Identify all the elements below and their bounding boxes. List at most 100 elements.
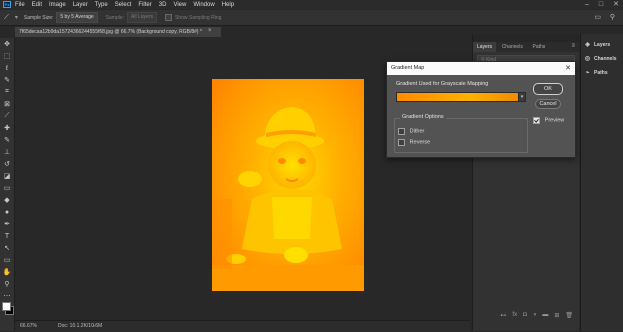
sample-size-select[interactable]: 5 by 5 Average [56, 12, 98, 23]
dither-label: Dither [409, 128, 425, 135]
gradient-preview[interactable] [396, 92, 520, 102]
frame-tool-icon[interactable]: ⊠ [0, 98, 14, 110]
status-menu-icon[interactable]: › [93, 321, 95, 332]
quick-select-tool-icon[interactable]: ✎ [0, 74, 14, 86]
baby-photo-gradient-mapped [212, 107, 364, 291]
link-layers-icon[interactable]: ⊷ [500, 312, 506, 319]
cancel-button[interactable]: Cancel [535, 99, 561, 109]
hand-tool-icon[interactable]: ✋ [0, 266, 14, 278]
gradient-tool-icon[interactable]: ▭ [0, 182, 14, 194]
document-tab[interactable]: 7f65decaa12b9da15724366244555f68.jpg @ 6… [15, 27, 221, 37]
close-window-icon[interactable]: ✕ [613, 0, 619, 9]
minimize-icon[interactable]: – [585, 0, 589, 9]
menu-layer[interactable]: Layer [73, 2, 88, 8]
search-icon[interactable]: ⚲ [610, 13, 615, 21]
trash-icon[interactable]: 🗑 [565, 312, 573, 319]
channels-icon: ◎ [584, 55, 591, 62]
dock-channels[interactable]: ◎ Channels [581, 52, 623, 66]
more-tools-tool-icon[interactable]: ⋯ [0, 290, 14, 302]
document-image[interactable] [212, 79, 364, 291]
close-tab-icon[interactable]: × [208, 28, 212, 34]
menu-bar: Ps File Edit Image Layer Type Select Fil… [0, 0, 623, 9]
eraser-tool-icon[interactable]: ◪ [0, 170, 14, 182]
show-sampling-ring-label: Show Sampling Ring [174, 14, 222, 21]
dither-option[interactable]: Dither [398, 128, 424, 135]
foreground-color-swatch[interactable] [2, 302, 11, 311]
gradient-map-dialog: Gradient Map ✕ Gradient Used for Graysca… [386, 61, 576, 158]
dock-layers[interactable]: ◈ Layers [581, 38, 623, 52]
dock-layers-label: Layers [594, 42, 611, 48]
ok-button[interactable]: OK [533, 83, 563, 95]
eyedropper-tool-icon[interactable]: ⟋ [0, 110, 14, 122]
doc-info: Doc: 10.1.2K/10.6M [58, 323, 103, 329]
history-brush-tool-icon[interactable]: ↺ [0, 158, 14, 170]
menu-select[interactable]: Select [115, 2, 132, 8]
dock-paths[interactable]: ⌁ Paths [581, 66, 623, 80]
menu-3d[interactable]: 3D [159, 2, 167, 8]
path-select-tool-icon[interactable]: ↖ [0, 242, 14, 254]
gradient-picker-dropdown-icon[interactable]: ▾ [518, 92, 526, 102]
fx-icon[interactable]: fx [512, 312, 517, 318]
tool-preset-dropdown-icon[interactable]: ▾ [15, 14, 18, 21]
gradient-group-label: Gradient Used for Grayscale Mapping [396, 81, 489, 87]
close-icon[interactable]: ✕ [565, 62, 571, 75]
sampling-ring-checkbox[interactable] [164, 14, 172, 21]
menu-edit[interactable]: Edit [32, 2, 42, 8]
tab-paths[interactable]: Paths [529, 42, 550, 52]
menu-image[interactable]: Image [49, 2, 66, 8]
panel-menu-icon[interactable]: ≡ [571, 43, 575, 49]
reverse-checkbox[interactable] [398, 139, 405, 146]
dialog-titlebar[interactable]: Gradient Map ✕ [387, 62, 575, 75]
blur-tool-icon[interactable]: ◆ [0, 194, 14, 206]
new-layer-icon[interactable]: ⊞ [554, 312, 559, 319]
preview-label: Preview [544, 117, 565, 124]
panel-header-strip [473, 34, 579, 42]
preview-checkbox[interactable] [533, 117, 540, 124]
healing-brush-tool-icon[interactable]: ✚ [0, 122, 14, 134]
menu-help[interactable]: Help [222, 2, 234, 8]
dialog-title: Gradient Map [391, 65, 425, 71]
reverse-option[interactable]: Reverse [398, 139, 430, 146]
clone-stamp-tool-icon[interactable]: ⊥ [0, 146, 14, 158]
eyedropper-icon[interactable]: ⟋ [4, 14, 9, 22]
gradient-options-label: Gradient Options [400, 114, 446, 120]
options-bar: ⟋ ▾ Sample Size: 5 by 5 Average Sample: … [0, 10, 623, 26]
dodge-tool-icon[interactable]: ● [0, 206, 14, 218]
maximize-icon[interactable]: □ [599, 0, 603, 9]
mask-icon[interactable]: ◘ [523, 312, 527, 318]
preview-option[interactable]: Preview [533, 117, 564, 124]
zoom-level[interactable]: 66.67% [20, 321, 37, 332]
shape-tool-icon[interactable]: ▭ [0, 254, 14, 266]
pen-tool-icon[interactable]: ✒ [0, 218, 14, 230]
adjustment-layer-icon[interactable]: ◑ [533, 312, 537, 318]
reverse-label: Reverse [409, 139, 431, 146]
move-tool-icon[interactable]: ✥ [0, 38, 14, 50]
dither-checkbox[interactable] [398, 128, 405, 135]
dock-paths-label: Paths [594, 70, 608, 76]
sample-label: Sample: [105, 14, 125, 21]
status-bar: 66.67% Doc: 10.1.2K/10.6M › [15, 320, 470, 332]
zoom-tool-icon[interactable]: ⚲ [0, 278, 14, 290]
menu-file[interactable]: File [15, 2, 25, 8]
sample-select[interactable]: All Layers [127, 12, 157, 23]
tab-channels[interactable]: Channels [498, 42, 527, 52]
menu-window[interactable]: Window [193, 2, 214, 8]
photoshop-logo-icon: Ps [3, 1, 11, 8]
group-folder-icon[interactable]: ▬ [542, 312, 548, 318]
menu-type[interactable]: Type [95, 2, 108, 8]
menu-filter[interactable]: Filter [138, 2, 151, 8]
tab-layers[interactable]: Layers [473, 42, 497, 52]
right-dock: ◈ Layers ◎ Channels ⌁ Paths [580, 34, 623, 331]
dock-channels-label: Channels [594, 56, 617, 62]
tools-panel: ✥ ⬚ ℓ ✎ ⌗ ⊠ ⟋ ✚ ✎ ⊥ ↺ ◪ ▭ ◆ ● ✒ T ↖ ▭ ✋ ⚲ ⋯ [0, 38, 15, 331]
menu-view[interactable]: View [173, 2, 186, 8]
lasso-tool-icon[interactable]: ℓ [0, 62, 14, 74]
crop-tool-icon[interactable]: ⌗ [0, 86, 14, 98]
brush-tool-icon[interactable]: ✎ [0, 134, 14, 146]
type-tool-icon[interactable]: T [0, 230, 14, 242]
window-controls: – □ ✕ [585, 0, 619, 9]
workspace-icon[interactable]: ▭ [594, 13, 601, 21]
gradient-options-group: Gradient Options Dither Reverse [394, 114, 528, 153]
sample-size-label: Sample Size: [23, 14, 54, 21]
marquee-tool-icon[interactable]: ⬚ [0, 50, 14, 62]
